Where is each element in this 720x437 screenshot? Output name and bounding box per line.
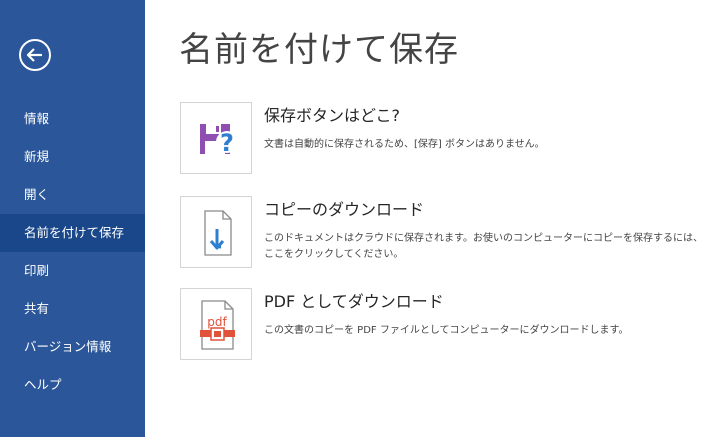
sidebar-item-print[interactable]: 印刷 [0, 252, 145, 290]
sidebar-item-share[interactable]: 共有 [0, 290, 145, 328]
save-question-icon: ? [200, 124, 238, 157]
sidebar-item-info[interactable]: 情報 [0, 100, 145, 138]
save-question-tile: ? [180, 102, 252, 174]
pdf-icon-label: pdf [207, 315, 227, 329]
download-copy-option[interactable]: コピーのダウンロード このドキュメントはクラウドに保存されます。お使いのコンピュ… [180, 196, 710, 271]
sidebar-item-about[interactable]: バージョン情報 [0, 328, 145, 366]
backstage-sidebar: 情報 新規 開く 名前を付けて保存 印刷 共有 バージョン情報 ヘルプ [0, 0, 145, 437]
download-pdf-option[interactable]: pdf PDF としてダウンロード この文書のコピーを PDF ファイルとしてコ… [180, 288, 710, 363]
svg-text:?: ? [220, 129, 234, 157]
sidebar-item-open[interactable]: 開く [0, 176, 145, 214]
sidebar-item-new[interactable]: 新規 [0, 138, 145, 176]
option-title: PDF としてダウンロード [264, 292, 444, 311]
option-description: このドキュメントはクラウドに保存されます。お使いのコンピューターにコピーを保存す… [264, 233, 703, 260]
option-title: 保存ボタンはどこ? [264, 106, 401, 125]
back-button[interactable] [18, 38, 52, 72]
pdf-icon: pdf [200, 300, 235, 350]
option-description: 文書は自動的に保存されるため、[保存] ボタンはありません。 [264, 139, 545, 150]
option-description: この文書のコピーを PDF ファイルとしてコンピューターにダウンロードします。 [264, 325, 629, 336]
main-panel: 名前を付けて保存 ? 保存ボタンはどこ? 文書は自動的に保存されるため、[保存]… [145, 0, 720, 437]
back-arrow-icon [19, 39, 51, 71]
download-document-icon [204, 210, 232, 256]
sidebar-item-help[interactable]: ヘルプ [0, 366, 145, 404]
download-copy-tile [180, 196, 252, 268]
page-title: 名前を付けて保存 [179, 30, 459, 70]
sidebar-nav: 情報 新規 開く 名前を付けて保存 印刷 共有 バージョン情報 ヘルプ [0, 100, 145, 404]
download-pdf-tile: pdf [180, 288, 252, 360]
option-title: コピーのダウンロード [264, 200, 425, 219]
where-is-save-option[interactable]: ? 保存ボタンはどこ? 文書は自動的に保存されるため、[保存] ボタンはありませ… [180, 102, 710, 177]
sidebar-item-save-as[interactable]: 名前を付けて保存 [0, 214, 145, 252]
